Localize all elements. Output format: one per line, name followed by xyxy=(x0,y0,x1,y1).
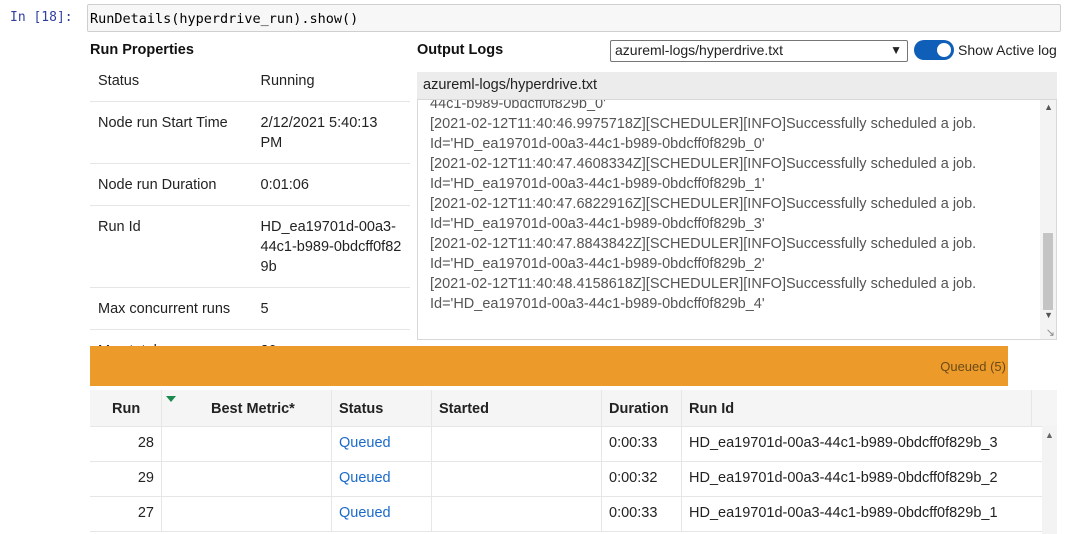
run-id: HD_ea19701d-00a3-44c1-b989-0bdcff0f829b_… xyxy=(689,435,998,451)
run-id: HD_ea19701d-00a3-44c1-b989-0bdcff0f829b_… xyxy=(689,505,998,521)
property-row-max-concurrent: Max concurrent runs 5 xyxy=(90,287,410,330)
column-header-duration[interactable]: Duration xyxy=(609,401,669,417)
log-scrollbar[interactable]: ▲ ▼ xyxy=(1040,100,1056,339)
output-logs-title: Output Logs xyxy=(417,42,504,58)
column-divider xyxy=(601,496,602,531)
run-id: HD_ea19701d-00a3-44c1-b989-0bdcff0f829b_… xyxy=(689,470,998,486)
property-value: 0:01:06 xyxy=(252,163,410,206)
log-file-selected: azureml-logs/hyperdrive.txt xyxy=(615,42,784,58)
property-key: Max concurrent runs xyxy=(90,287,253,330)
toggle-knob xyxy=(937,43,951,57)
property-key: Run Id xyxy=(90,205,253,288)
log-line: [2021-02-12T11:40:47.8843842Z][SCHEDULER… xyxy=(430,236,977,252)
run-status-bar-label: Queued (5) xyxy=(940,359,1006,374)
column-header-run[interactable]: Run xyxy=(112,401,140,417)
property-row-duration: Node run Duration 0:01:06 xyxy=(90,163,410,206)
column-divider xyxy=(681,496,682,531)
log-line: [2021-02-12T11:40:47.6822916Z][SCHEDULER… xyxy=(430,196,977,212)
property-row-run-id: Run Id HD_ea19701d-00a3-44c1-b989-0bdcff… xyxy=(90,205,410,288)
column-divider xyxy=(161,426,162,461)
runs-table-header: Run Best Metric* Status Started Duration… xyxy=(90,390,1057,427)
column-divider xyxy=(431,461,432,496)
column-divider xyxy=(161,390,162,426)
log-lines: 44c1-b989-0bdcff0f829b_0' [2021-02-12T11… xyxy=(430,99,977,314)
column-header-run-id[interactable]: Run Id xyxy=(689,401,734,417)
run-number: 28 xyxy=(137,435,154,451)
column-divider xyxy=(431,426,432,461)
code-text[interactable]: RunDetails(hyperdrive_run).show() xyxy=(90,11,358,27)
property-row-start-time: Node run Start Time 2/12/2021 5:40:13 PM xyxy=(90,101,410,164)
column-divider xyxy=(601,426,602,461)
property-value: 5 xyxy=(252,287,410,330)
run-properties-title: Run Properties xyxy=(90,42,194,58)
column-divider xyxy=(601,390,602,426)
scroll-up-icon[interactable]: ▲ xyxy=(1045,430,1054,440)
column-divider xyxy=(601,461,602,496)
table-scrollbar[interactable]: ▲ xyxy=(1042,426,1057,534)
column-divider xyxy=(431,390,432,426)
column-header-best-metric[interactable]: Best Metric* xyxy=(211,401,295,417)
run-duration: 0:00:33 xyxy=(609,435,658,451)
column-divider xyxy=(331,390,332,426)
table-row[interactable]: 28 Queued 0:00:33 HD_ea19701d-00a3-44c1-… xyxy=(90,426,1042,462)
run-number: 29 xyxy=(137,470,154,486)
run-duration: 0:00:32 xyxy=(609,470,658,486)
column-divider xyxy=(1031,390,1032,426)
property-key: Node run Duration xyxy=(90,163,253,206)
status-value: Running xyxy=(260,73,315,89)
chevron-down-icon: ▼ xyxy=(890,43,902,57)
log-scrollbar-thumb[interactable] xyxy=(1043,233,1053,310)
log-line: Id='HD_ea19701d-00a3-44c1-b989-0bdcff0f8… xyxy=(430,136,765,152)
table-row[interactable]: 27 Queued 0:00:33 HD_ea19701d-00a3-44c1-… xyxy=(90,496,1042,532)
column-divider xyxy=(331,426,332,461)
run-number: 27 xyxy=(137,505,154,521)
log-line: Id='HD_ea19701d-00a3-44c1-b989-0bdcff0f8… xyxy=(430,296,765,312)
run-status-link[interactable]: Queued xyxy=(339,505,391,521)
log-header: azureml-logs/hyperdrive.txt xyxy=(417,72,1057,99)
column-divider xyxy=(681,390,682,426)
log-line: Id='HD_ea19701d-00a3-44c1-b989-0bdcff0f8… xyxy=(430,256,765,272)
table-row[interactable]: 29 Queued 0:00:32 HD_ea19701d-00a3-44c1-… xyxy=(90,461,1042,497)
active-log-toggle-label: Show Active log xyxy=(958,42,1057,58)
column-header-started[interactable]: Started xyxy=(439,401,489,417)
column-divider xyxy=(161,496,162,531)
resize-handle-icon[interactable]: ↘ xyxy=(1046,326,1055,339)
log-output[interactable]: 44c1-b989-0bdcff0f829b_0' [2021-02-12T11… xyxy=(417,99,1057,340)
code-cell[interactable]: RunDetails(hyperdrive_run).show() xyxy=(87,4,1061,32)
sort-descending-icon[interactable] xyxy=(166,396,176,402)
column-divider xyxy=(331,461,332,496)
run-duration: 0:00:33 xyxy=(609,505,658,521)
active-log-toggle[interactable] xyxy=(914,40,954,60)
scroll-down-icon[interactable]: ▼ xyxy=(1044,310,1053,320)
property-value: 2/12/2021 5:40:13 PM xyxy=(252,101,410,164)
property-value: HD_ea19701d-00a3-44c1-b989-0bdcff0f829b xyxy=(252,205,410,288)
column-divider xyxy=(681,461,682,496)
run-status-link[interactable]: Queued xyxy=(339,435,391,451)
run-properties-table: Status Running Node run Start Time 2/12/… xyxy=(90,60,410,371)
log-file-select[interactable]: azureml-logs/hyperdrive.txt ▼ xyxy=(610,40,908,62)
run-status-bar: Queued (5) xyxy=(90,346,1008,386)
column-divider xyxy=(161,461,162,496)
log-line: [2021-02-12T11:40:46.9975718Z][SCHEDULER… xyxy=(430,116,977,132)
log-line: [2021-02-12T11:40:47.4608334Z][SCHEDULER… xyxy=(430,156,977,172)
log-line: Id='HD_ea19701d-00a3-44c1-b989-0bdcff0f8… xyxy=(430,176,765,192)
cell-prompt: In [18]: xyxy=(10,10,73,25)
log-line: [2021-02-12T11:40:48.4158618Z][SCHEDULER… xyxy=(430,276,977,292)
run-status-link[interactable]: Queued xyxy=(339,470,391,486)
column-divider xyxy=(681,426,682,461)
property-row-status: Status Running xyxy=(90,60,410,102)
column-header-status[interactable]: Status xyxy=(339,401,383,417)
log-line: Id='HD_ea19701d-00a3-44c1-b989-0bdcff0f8… xyxy=(430,216,765,232)
log-line: 44c1-b989-0bdcff0f829b_0' xyxy=(430,99,606,112)
scroll-up-icon[interactable]: ▲ xyxy=(1044,102,1053,112)
property-key: Status xyxy=(98,73,140,89)
property-key: Node run Start Time xyxy=(90,101,253,164)
column-divider xyxy=(431,496,432,531)
column-divider xyxy=(331,496,332,531)
log-header-text: azureml-logs/hyperdrive.txt xyxy=(423,77,598,93)
